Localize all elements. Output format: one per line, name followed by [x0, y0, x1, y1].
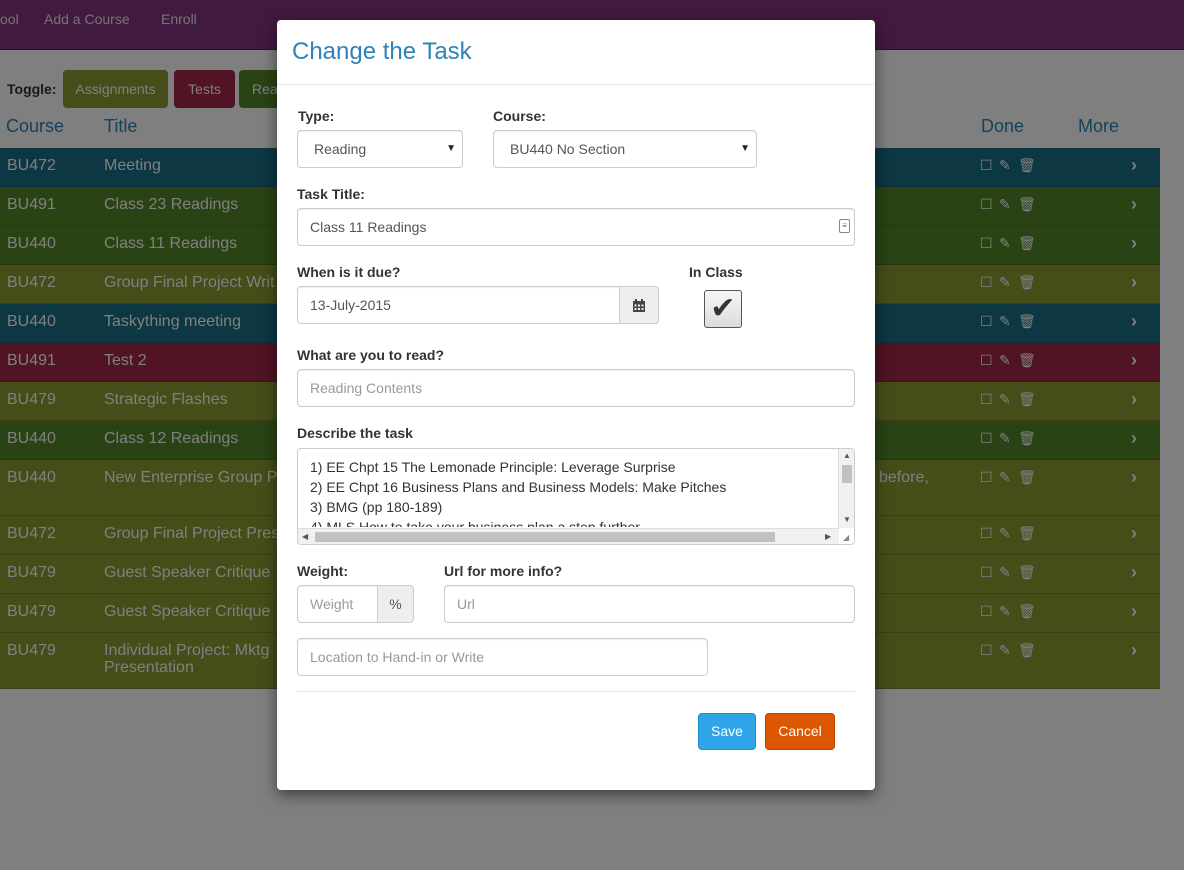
- weight-input[interactable]: Weight: [297, 585, 379, 623]
- weight-label: Weight:: [297, 563, 349, 579]
- horizontal-scrollbar[interactable]: ◀ ▶: [298, 528, 839, 544]
- course-select-value: BU440 No Section: [510, 141, 626, 157]
- reading-contents-input[interactable]: Reading Contents: [297, 369, 855, 407]
- in-class-label: In Class: [689, 264, 743, 280]
- change-task-dialog: Change the Task Type: Reading ▼ Course: …: [277, 20, 875, 790]
- description-line: 2) EE Chpt 16 Business Plans and Busines…: [310, 479, 727, 495]
- due-date-input[interactable]: 13-July-2015: [297, 286, 621, 324]
- task-title-input[interactable]: Class 11 Readings ≡: [297, 208, 855, 246]
- footer-divider: [297, 691, 855, 692]
- type-select-value: Reading: [314, 141, 367, 157]
- type-label: Type:: [298, 108, 335, 124]
- description-line: 4) MLS How to take your business plan a …: [310, 519, 640, 527]
- course-select[interactable]: BU440 No Section ▼: [493, 130, 757, 168]
- scroll-up-icon[interactable]: ▲: [843, 451, 851, 460]
- description-line: 3) BMG (pp 180-189): [310, 499, 443, 515]
- vertical-scrollbar[interactable]: ▲ ▼: [838, 449, 854, 528]
- checkmark-icon: ✔: [710, 292, 736, 325]
- task-title-label: Task Title:: [297, 186, 365, 202]
- calendar-icon: [633, 299, 645, 313]
- course-label: Course:: [493, 108, 546, 124]
- url-input[interactable]: Url: [444, 585, 855, 623]
- due-date-value: 13-July-2015: [310, 297, 391, 313]
- calendar-button[interactable]: [619, 286, 659, 324]
- location-input[interactable]: Location to Hand-in or Write: [297, 638, 708, 676]
- task-title-value: Class 11 Readings: [310, 219, 427, 235]
- url-label: Url for more info?: [444, 563, 563, 579]
- type-select[interactable]: Reading ▼: [297, 130, 463, 168]
- resize-handle-icon[interactable]: ◢: [843, 533, 849, 542]
- describe-label: Describe the task: [297, 425, 413, 441]
- description-textarea[interactable]: 1) EE Chpt 15 The Lemonade Principle: Le…: [297, 448, 855, 545]
- header-divider: [277, 84, 875, 85]
- percent-addon: %: [377, 585, 414, 623]
- scroll-down-icon[interactable]: ▼: [843, 515, 851, 524]
- save-button[interactable]: Save: [698, 713, 756, 750]
- reading-label: What are you to read?: [297, 347, 445, 363]
- description-text: 1) EE Chpt 15 The Lemonade Principle: Le…: [310, 457, 835, 527]
- scroll-left-icon[interactable]: ◀: [302, 532, 308, 541]
- chevron-down-icon: ▼: [740, 143, 750, 154]
- vertical-scroll-thumb[interactable]: [842, 465, 852, 483]
- dialog-title: Change the Task: [292, 38, 472, 65]
- cancel-button[interactable]: Cancel: [765, 713, 835, 750]
- due-date-label: When is it due?: [297, 264, 401, 280]
- chevron-down-icon: ▼: [446, 143, 456, 154]
- scroll-right-icon[interactable]: ▶: [825, 532, 831, 541]
- horizontal-scroll-thumb[interactable]: [315, 532, 775, 542]
- in-class-checkbox[interactable]: ✔: [704, 290, 742, 328]
- description-line: 1) EE Chpt 15 The Lemonade Principle: Le…: [310, 459, 676, 475]
- contact-card-icon: ≡: [839, 219, 850, 233]
